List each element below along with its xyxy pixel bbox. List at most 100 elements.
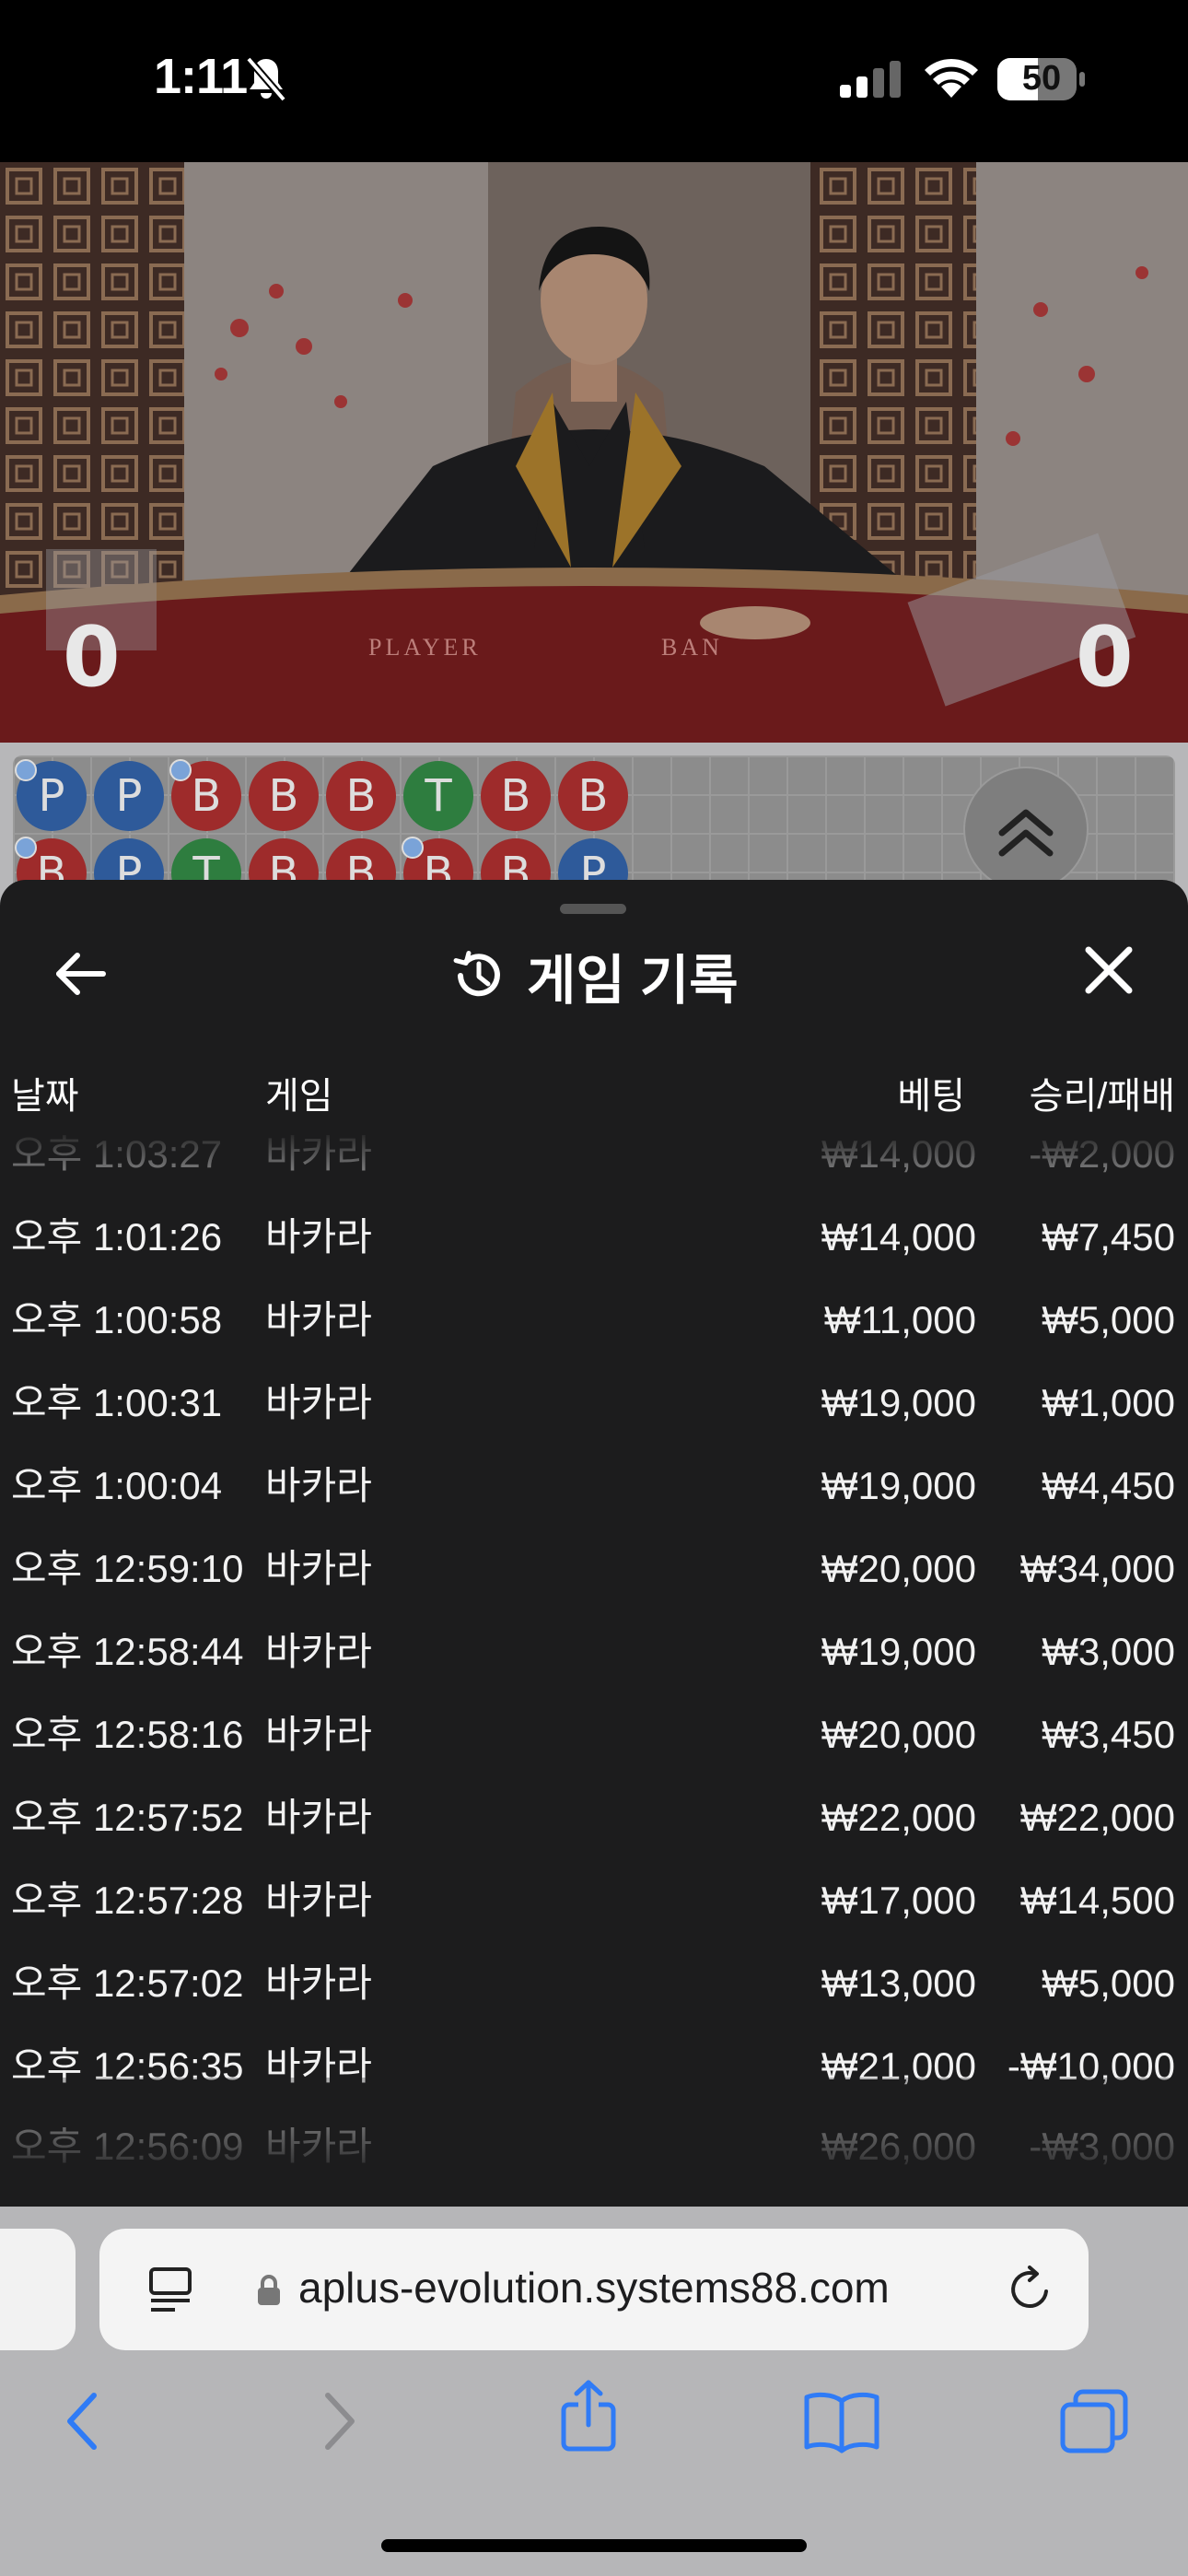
arrow-left-icon[interactable] [52, 944, 111, 1003]
row-time: 오후 12:57:02 [11, 1961, 244, 2005]
row-bet: ₩22,000 [821, 1796, 976, 1839]
player-area-label: PLAYER [368, 634, 482, 661]
history-row[interactable]: 오후 12:58:16 바카라 ₩20,000 ₩3,450 [0, 1693, 1188, 1776]
row-time: 오후 12:57:28 [11, 1879, 244, 1922]
row-bet: ₩14,000 [821, 1132, 976, 1176]
row-bet: ₩17,000 [821, 1879, 976, 1922]
history-row[interactable]: 오후 1:01:26 바카라 ₩14,000 ₩7,450 [0, 1196, 1188, 1279]
sheet-grabber[interactable] [560, 904, 626, 914]
bell-slash-icon [245, 56, 287, 102]
row-bet: ₩21,000 [821, 2044, 976, 2088]
banker-score: 0 [1076, 609, 1134, 706]
row-game: 바카라 [265, 1132, 372, 1176]
previous-tab-preview[interactable] [0, 2229, 76, 2350]
history-clock-icon [453, 951, 500, 997]
row-time: 오후 1:00:31 [11, 1381, 223, 1424]
history-row[interactable]: 오후 12:57:28 바카라 ₩17,000 ₩14,500 [0, 1859, 1188, 1942]
double-chevron-up-icon [998, 809, 1054, 857]
banker-area-label: BAN [661, 634, 723, 661]
reload-icon[interactable] [1004, 2264, 1055, 2315]
row-bet: ₩19,000 [821, 1630, 976, 1673]
dealer-scene [0, 162, 1188, 743]
history-row[interactable]: 오후 12:58:44 바카라 ₩19,000 ₩3,000 [0, 1610, 1188, 1693]
tabs-icon[interactable] [1059, 2388, 1129, 2454]
address-bar[interactable]: aplus-evolution.systems88.com [99, 2229, 1089, 2350]
history-row[interactable]: 오후 12:57:02 바카라 ₩13,000 ₩5,000 [0, 1942, 1188, 2025]
close-icon[interactable] [1083, 944, 1135, 996]
row-result: ₩3,000 [1042, 1630, 1175, 1673]
history-row[interactable]: 오후 12:56:09 바카라 ₩26,000 -₩3,000 [0, 2105, 1188, 2188]
chevron-left-icon[interactable] [57, 2388, 109, 2454]
bead: B [558, 761, 628, 831]
row-game: 바카라 [265, 1879, 372, 1922]
row-bet: ₩11,000 [824, 1298, 976, 1341]
row-game: 바카라 [265, 2044, 372, 2088]
home-indicator[interactable] [381, 2539, 807, 2552]
bead-label: P [115, 770, 143, 822]
row-time: 오후 12:58:44 [11, 1630, 244, 1673]
history-row[interactable]: 오후 1:00:31 바카라 ₩19,000 ₩1,000 [0, 1362, 1188, 1445]
row-time: 오후 1:00:04 [11, 1464, 223, 1507]
row-result: ₩22,000 [1019, 1796, 1175, 1839]
row-game: 바카라 [265, 1796, 372, 1839]
history-row[interactable]: 오후 1:03:27 바카라 ₩14,000 -₩2,000 [0, 1113, 1188, 1196]
player-score: 0 [63, 609, 121, 706]
bookmarks-icon[interactable] [803, 2388, 880, 2454]
column-header-date[interactable]: 날짜 [11, 1066, 79, 1119]
bead: B [249, 761, 319, 831]
bead-label: B [268, 770, 299, 822]
bead-label: T [425, 770, 452, 822]
history-row[interactable]: 오후 12:56:35 바카라 ₩21,000 -₩10,000 [0, 2025, 1188, 2108]
pair-marker [15, 837, 37, 859]
column-header-game[interactable]: 게임 [265, 1066, 333, 1119]
row-time: 오후 1:00:58 [11, 1298, 223, 1341]
row-bet: ₩20,000 [821, 1547, 976, 1590]
history-row[interactable]: 오후 12:59:10 바카라 ₩20,000 ₩34,000 [0, 1528, 1188, 1610]
history-row[interactable]: 오후 12:57:52 바카라 ₩22,000 ₩22,000 [0, 1776, 1188, 1859]
row-result: -₩10,000 [1007, 2044, 1175, 2088]
wifi-icon [925, 58, 978, 98]
live-dealer-video: PLAYER BAN 0 0 [0, 162, 1188, 743]
row-result: ₩34,000 [1019, 1547, 1175, 1590]
status-time: 1:11 [154, 49, 248, 104]
bead: P [15, 759, 87, 831]
bead-label: B [500, 770, 531, 822]
column-header-result[interactable]: 승리/패배 [1030, 1066, 1175, 1119]
bead: P [94, 761, 164, 831]
history-row[interactable]: 오후 1:00:04 바카라 ₩19,000 ₩4,450 [0, 1445, 1188, 1528]
row-game: 바카라 [265, 1630, 372, 1673]
game-history-sheet: 게임 기록 날짜 게임 베팅 승리/패배 오후 1:03:27 바카라 ₩14,00… [0, 880, 1188, 2207]
sheet-header: 게임 기록 [449, 939, 739, 1013]
share-icon[interactable] [558, 2379, 619, 2453]
row-result: -₩3,000 [1029, 2125, 1175, 2168]
row-result: ₩1,000 [1042, 1381, 1175, 1424]
row-time: 오후 12:59:10 [11, 1547, 244, 1590]
chevron-right-icon[interactable] [313, 2388, 365, 2454]
reader-icon[interactable] [147, 2266, 193, 2313]
url-text[interactable]: aplus-evolution.systems88.com [298, 2263, 890, 2313]
history-row[interactable]: 오후 1:00:58 바카라 ₩11,000 ₩5,000 [0, 1279, 1188, 1362]
row-time: 오후 12:57:52 [11, 1796, 244, 1839]
row-result: ₩7,450 [1042, 1215, 1175, 1259]
cellular-signal-icon [840, 61, 901, 98]
row-bet: ₩26,000 [821, 2125, 976, 2168]
row-game: 바카라 [265, 1713, 372, 1756]
row-result: ₩5,000 [1042, 1298, 1175, 1341]
row-time: 오후 12:56:35 [11, 2044, 244, 2088]
row-result: ₩3,450 [1042, 1713, 1175, 1756]
row-game: 바카라 [265, 1464, 372, 1507]
row-time: 오후 1:03:27 [11, 1132, 223, 1176]
row-bet: ₩14,000 [821, 1215, 976, 1259]
bead-label: B [345, 770, 377, 822]
bead: B [169, 759, 241, 831]
bead: B [326, 761, 396, 831]
row-game: 바카라 [265, 1298, 372, 1341]
pair-marker [169, 759, 192, 781]
row-game: 바카라 [265, 1547, 372, 1590]
bead-label: P [38, 770, 65, 822]
expand-roadmap-button[interactable] [963, 767, 1089, 892]
row-bet: ₩13,000 [821, 1961, 976, 2005]
column-header-bet[interactable]: 베팅 [897, 1066, 965, 1119]
row-result: -₩2,000 [1029, 1132, 1175, 1176]
row-result: ₩5,000 [1042, 1961, 1175, 2005]
